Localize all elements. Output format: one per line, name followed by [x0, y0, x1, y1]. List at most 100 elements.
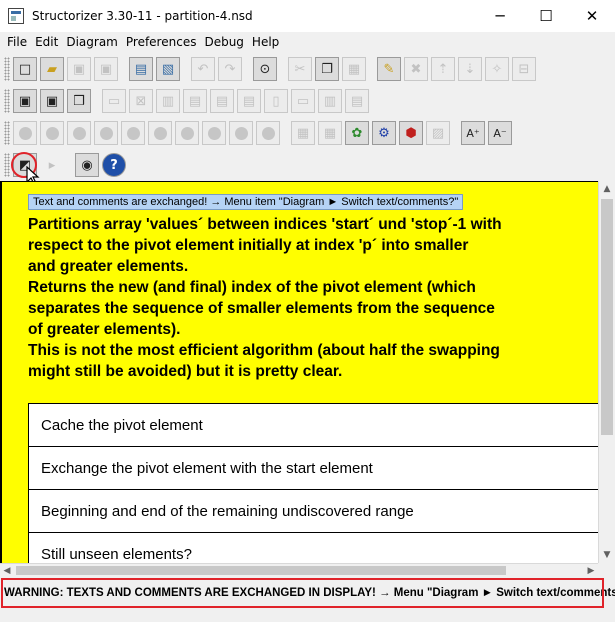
redo-icon[interactable]: ↷ [218, 57, 242, 81]
arrange-2-icon[interactable]: ▦ [318, 121, 342, 145]
analyser-icon[interactable]: ⬢ [399, 121, 423, 145]
code-preview-icon[interactable]: ▨ [426, 121, 450, 145]
add-main-icon[interactable]: ▣ [13, 89, 37, 113]
exchange-tooltip: Text and comments are exchanged! → Menu … [28, 194, 464, 210]
color-6-icon[interactable] [175, 121, 199, 145]
exchange-warning: WARNING: TEXTS AND COMMENTS ARE EXCHANGE… [0, 578, 615, 608]
font-down-icon[interactable]: A⁻ [488, 121, 512, 145]
add-sub-icon[interactable]: ▣ [40, 89, 64, 113]
diagram-step[interactable]: Still unseen elements? [28, 532, 598, 563]
menu-debug[interactable]: Debug [204, 35, 243, 49]
toolbar-grip[interactable] [4, 121, 10, 145]
color-7-icon[interactable] [202, 121, 226, 145]
comment-line: respect to the pivot element initially a… [28, 237, 469, 254]
print-icon[interactable]: ▤ [129, 57, 153, 81]
diagram-step[interactable]: Exchange the pivot element with the star… [28, 446, 598, 490]
repeat-icon[interactable]: ▤ [237, 89, 261, 113]
transmute-icon[interactable]: ✧ [485, 57, 509, 81]
horizontal-scrollbar[interactable]: ◀ ▶ [0, 563, 598, 577]
paste-icon[interactable]: ▦ [342, 57, 366, 81]
export-picture-icon[interactable]: ▧ [156, 57, 180, 81]
scroll-right-icon[interactable]: ▶ [584, 564, 598, 578]
color-3-icon[interactable] [94, 121, 118, 145]
find-icon[interactable]: ⊙ [253, 57, 277, 81]
comment-line: might still be avoided) but it is pretty… [28, 363, 343, 380]
scroll-left-icon[interactable]: ◀ [0, 564, 14, 578]
comment-line: Partitions array 'values´ between indice… [28, 216, 502, 233]
while-icon[interactable]: ▤ [210, 89, 234, 113]
jump-icon[interactable]: ▭ [291, 89, 315, 113]
window-title: Structorizer 3.30-11 - partition-4.nsd [32, 9, 253, 23]
case-icon[interactable]: ▥ [156, 89, 180, 113]
parallel-icon[interactable]: ▥ [318, 89, 342, 113]
toolbar-file-edit: □ ▰ ▣ ▣ ▤ ▧ ↶ ↷ ⊙ ✂ ❐ ▦ ✎ ✖ ⇡ ⇣ ✧ ⊟ [0, 54, 539, 84]
scroll-down-icon[interactable]: ▼ [599, 547, 615, 563]
comments-popup-icon[interactable]: ▸ [40, 153, 64, 177]
color-4-icon[interactable] [121, 121, 145, 145]
delete-icon[interactable]: ✖ [404, 57, 428, 81]
move-down-icon[interactable]: ⇣ [458, 57, 482, 81]
menu-help[interactable]: Help [252, 35, 279, 49]
color-2-icon[interactable] [67, 121, 91, 145]
toolbar-view: ◩ ▸ ◉ ? [0, 150, 129, 180]
arrange-icon[interactable]: ▦ [291, 121, 315, 145]
diagram-step[interactable]: Beginning and end of the remaining undis… [28, 489, 598, 533]
copy-icon[interactable]: ❐ [315, 57, 339, 81]
save-all-icon[interactable]: ▣ [94, 57, 118, 81]
menu-edit[interactable]: Edit [35, 35, 58, 49]
switch-text-comments-icon[interactable]: ◩ [13, 153, 37, 177]
toolbar-grip[interactable] [4, 153, 10, 177]
instruction-icon[interactable]: ▭ [102, 89, 126, 113]
executor-icon[interactable]: ⚙ [372, 121, 396, 145]
comment-line: separates the sequence of smaller elemen… [28, 300, 495, 317]
scroll-corner [598, 563, 615, 577]
call-icon[interactable]: ▯ [264, 89, 288, 113]
color-1-icon[interactable] [40, 121, 64, 145]
cut-icon[interactable]: ✂ [288, 57, 312, 81]
alternative-icon[interactable]: ⊠ [129, 89, 153, 113]
toolbar-colors-tools: ▦ ▦ ✿ ⚙ ⬢ ▨ A⁺ A⁻ [0, 118, 515, 148]
comment-line: of greater elements). [28, 321, 181, 338]
vertical-scrollbar[interactable]: ▲ ▼ [598, 181, 615, 563]
status-strip [0, 608, 615, 622]
color-5-icon[interactable] [148, 121, 172, 145]
horizontal-scroll-thumb[interactable] [16, 566, 506, 575]
diagram-step[interactable]: Cache the pivot element [28, 403, 598, 447]
color-9-icon[interactable] [256, 121, 280, 145]
close-button[interactable]: ✕ [569, 0, 615, 32]
view-eye-icon[interactable]: ◉ [75, 153, 99, 177]
font-up-icon[interactable]: A⁺ [461, 121, 485, 145]
move-up-icon[interactable]: ⇡ [431, 57, 455, 81]
new-file-icon[interactable]: □ [13, 57, 37, 81]
comment-line: This is not the most efficient algorithm… [28, 342, 500, 359]
open-file-icon[interactable]: ▰ [40, 57, 64, 81]
try-icon[interactable]: ▤ [345, 89, 369, 113]
help-icon[interactable]: ? [102, 153, 126, 177]
vertical-scroll-thumb[interactable] [601, 199, 613, 435]
scroll-up-icon[interactable]: ▲ [599, 181, 615, 197]
menu-bar: File Edit Diagram Preferences Debug Help [0, 32, 615, 52]
diagram-canvas[interactable]: Text and comments are exchanged! → Menu … [0, 181, 598, 563]
edit-element-icon[interactable]: ✎ [377, 57, 401, 81]
structorizer-app-icon [8, 8, 24, 24]
save-icon[interactable]: ▣ [67, 57, 91, 81]
toolbar-elements: ▣ ▣ ❒ ▭ ⊠ ▥ ▤ ▤ ▤ ▯ ▭ ▥ ▤ [0, 86, 372, 116]
comment-line: Returns the new (and final) index of the… [28, 279, 476, 296]
minimize-button[interactable]: ─ [477, 0, 523, 32]
menu-diagram[interactable]: Diagram [66, 35, 118, 49]
maximize-button[interactable]: ☐ [523, 0, 569, 32]
color-0-icon[interactable] [13, 121, 37, 145]
menu-preferences[interactable]: Preferences [126, 35, 197, 49]
title-bar: Structorizer 3.30-11 - partition-4.nsd ─… [0, 0, 615, 32]
toolbar-grip[interactable] [4, 57, 10, 81]
comment-line: and greater elements. [28, 258, 189, 275]
menu-file[interactable]: File [7, 35, 27, 49]
collapse-icon[interactable]: ⊟ [512, 57, 536, 81]
add-include-icon[interactable]: ❒ [67, 89, 91, 113]
for-icon[interactable]: ▤ [183, 89, 207, 113]
undo-icon[interactable]: ↶ [191, 57, 215, 81]
turtle-icon[interactable]: ✿ [345, 121, 369, 145]
toolbar-grip[interactable] [4, 89, 10, 113]
color-8-icon[interactable] [229, 121, 253, 145]
diagram-comment[interactable]: Partitions array 'values´ between indice… [28, 214, 588, 382]
